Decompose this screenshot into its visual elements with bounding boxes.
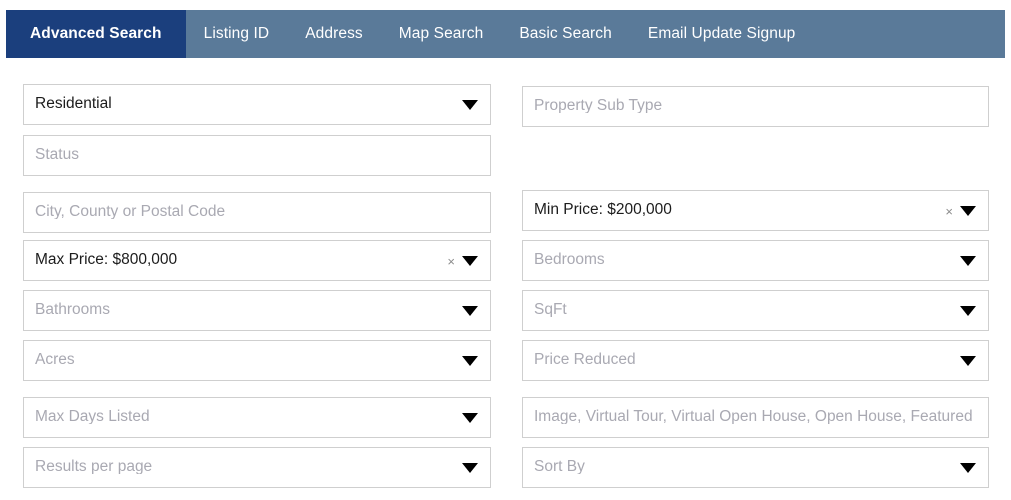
field-property-sub-type[interactable]: Property Sub Type <box>522 86 989 127</box>
field-placeholder: Sort By <box>534 458 585 475</box>
chevron-down-icon[interactable] <box>462 99 478 110</box>
tab-listing-id[interactable]: Listing ID <box>186 10 288 58</box>
field-location[interactable]: City, County or Postal Code <box>23 192 491 233</box>
field-placeholder: Price Reduced <box>534 351 636 368</box>
field-placeholder: SqFt <box>534 301 567 318</box>
field-placeholder: Image, Virtual Tour, Virtual Open House,… <box>534 408 973 425</box>
field-placeholder: Bedrooms <box>534 251 605 268</box>
chevron-down-icon[interactable] <box>960 305 976 316</box>
tab-basic-search[interactable]: Basic Search <box>501 10 630 58</box>
tab-address[interactable]: Address <box>287 10 381 58</box>
field-status[interactable]: Status <box>23 135 491 176</box>
tab-label: Map Search <box>398 25 484 43</box>
chevron-down-icon[interactable] <box>462 305 478 316</box>
tab-label: Listing ID <box>203 25 270 43</box>
tab-label: Advanced Search <box>30 25 162 43</box>
field-listing-features[interactable]: Image, Virtual Tour, Virtual Open House,… <box>522 397 989 438</box>
chevron-down-icon[interactable] <box>960 205 976 216</box>
chevron-down-icon[interactable] <box>462 412 478 423</box>
tab-advanced-search[interactable]: Advanced Search <box>6 10 186 58</box>
field-placeholder: Acres <box>35 351 75 368</box>
field-max-price[interactable]: Max Price: $800,000 × <box>23 240 491 281</box>
search-form: Residential Status City, County or Postal … <box>0 58 1011 500</box>
tab-label: Email Update Signup <box>647 25 796 43</box>
chevron-down-icon[interactable] <box>960 462 976 473</box>
chevron-down-icon[interactable] <box>462 355 478 366</box>
field-sqft[interactable]: SqFt <box>522 290 989 331</box>
field-placeholder: Bathrooms <box>35 301 110 318</box>
chevron-down-icon[interactable] <box>462 255 478 266</box>
tab-label: Basic Search <box>519 25 612 43</box>
chevron-down-icon[interactable] <box>462 462 478 473</box>
field-value: Min Price: $200,000 <box>534 201 672 218</box>
field-placeholder: City, County or Postal Code <box>35 203 226 220</box>
tab-label: Address <box>305 25 363 43</box>
field-results-per-page[interactable]: Results per page <box>23 447 491 488</box>
tab-email-update-signup[interactable]: Email Update Signup <box>630 10 814 58</box>
field-acres[interactable]: Acres <box>23 340 491 381</box>
field-value: Residential <box>35 95 112 112</box>
advanced-search-page: Advanced Search Listing ID Address Map Sear… <box>0 0 1011 500</box>
field-min-price[interactable]: Min Price: $200,000 × <box>522 190 989 231</box>
field-placeholder: Max Days Listed <box>35 408 150 425</box>
clear-icon[interactable]: × <box>447 255 455 268</box>
clear-icon[interactable]: × <box>945 205 953 218</box>
field-value: Max Price: $800,000 <box>35 251 178 268</box>
chevron-down-icon[interactable] <box>960 355 976 366</box>
chevron-down-icon[interactable] <box>960 255 976 266</box>
field-placeholder: Status <box>35 146 79 163</box>
field-bedrooms[interactable]: Bedrooms <box>522 240 989 281</box>
field-bathrooms[interactable]: Bathrooms <box>23 290 491 331</box>
field-acres-price-reduced[interactable]: Price Reduced <box>522 340 989 381</box>
field-placeholder: Results per page <box>35 458 153 475</box>
field-max-days-listed[interactable]: Max Days Listed <box>23 397 491 438</box>
field-property-type[interactable]: Residential <box>23 84 491 125</box>
search-tab-bar: Advanced Search Listing ID Address Map Sear… <box>6 10 1005 58</box>
field-placeholder: Property Sub Type <box>534 97 663 114</box>
field-sort-by[interactable]: Sort By <box>522 447 989 488</box>
tab-map-search[interactable]: Map Search <box>381 10 502 58</box>
